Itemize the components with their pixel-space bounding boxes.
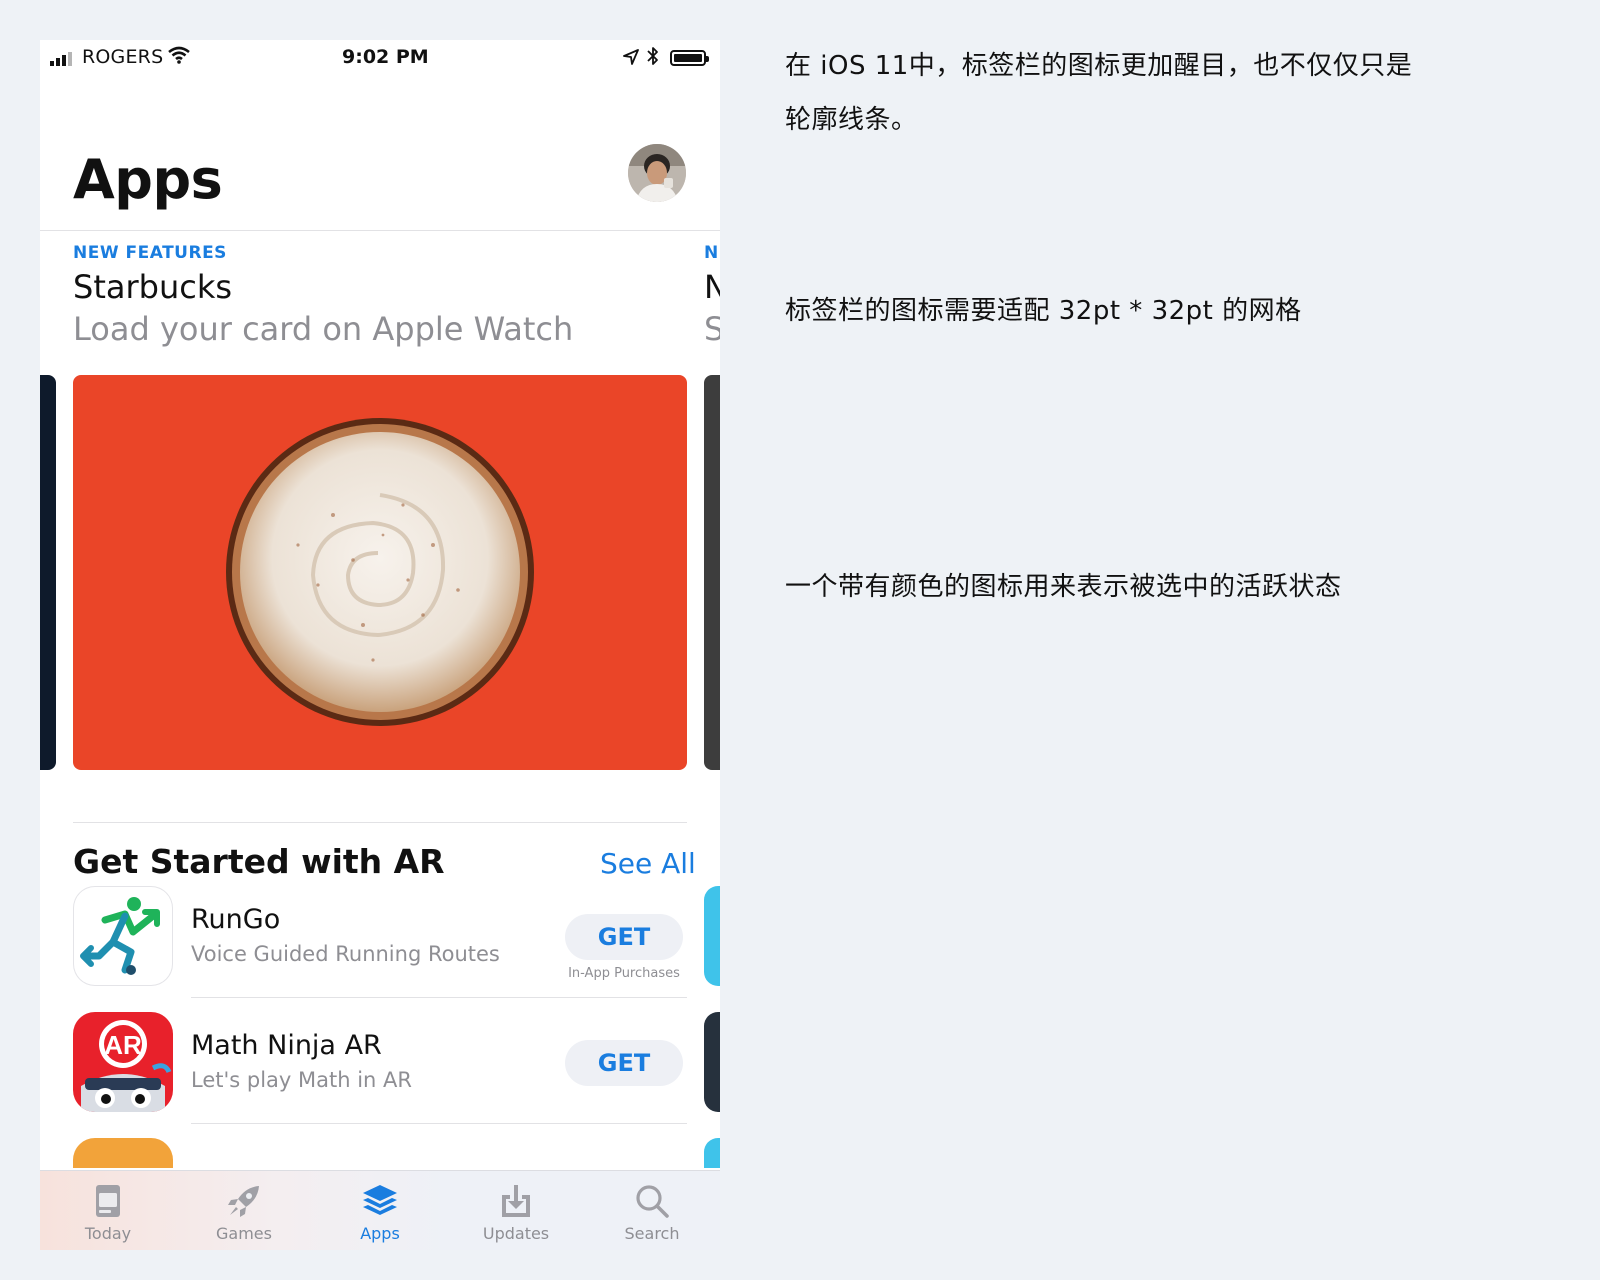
download-icon	[502, 1185, 530, 1217]
app-description: Let's play Math in AR	[191, 1068, 412, 1092]
app-description: Voice Guided Running Routes	[191, 942, 500, 966]
clock: 9:02 PM	[342, 46, 429, 68]
status-bar: ROGERS 9:02 PM	[40, 40, 720, 76]
tab-apps[interactable]: Apps	[312, 1171, 448, 1250]
signal-icon	[50, 52, 72, 66]
next-app-icon-peek[interactable]	[704, 1012, 720, 1112]
latte-image	[226, 418, 534, 726]
location-icon	[623, 48, 639, 70]
svg-text:AR: AR	[104, 1030, 142, 1060]
see-all-link[interactable]: See All	[600, 847, 696, 880]
tab-label: Search	[624, 1224, 680, 1243]
next-app-icon-peek[interactable]	[704, 886, 720, 986]
search-icon	[636, 1185, 669, 1218]
tab-label: Today	[84, 1224, 132, 1243]
today-icon	[96, 1185, 120, 1217]
rocket-icon	[228, 1186, 259, 1217]
tab-games[interactable]: Games	[176, 1171, 312, 1250]
app-row-math-ninja-ar[interactable]: AR Math Ninja AR Let's play Math in AR G…	[73, 1012, 687, 1124]
app-row-rungo[interactable]: RunGo Voice Guided Running Routes GET In…	[73, 886, 687, 998]
tab-search[interactable]: Search	[584, 1171, 720, 1250]
rungo-app-icon[interactable]	[73, 886, 173, 986]
bluetooth-icon	[646, 46, 660, 71]
feature-subtitle: Load your card on Apple Watch	[73, 310, 574, 348]
tab-updates[interactable]: Updates	[448, 1171, 584, 1250]
section-title: Get Started with AR	[73, 842, 445, 881]
row-divider	[191, 997, 687, 998]
phone-screen: ROGERS 9:02 PM Apps NEW FEATURES Starbuc…	[40, 40, 720, 1250]
section-divider	[73, 822, 687, 823]
header-divider	[40, 230, 720, 231]
apps-stack-icon	[363, 1185, 397, 1215]
note-active-state: 一个带有颜色的图标用来表示被选中的活跃状态	[785, 572, 1342, 602]
get-button[interactable]: GET	[565, 914, 683, 960]
next-feature-title-peek: N	[704, 268, 720, 306]
featured-card-starbucks[interactable]	[73, 375, 687, 770]
in-app-purchases-label: In-App Purchases	[568, 966, 680, 981]
tab-label: Games	[216, 1224, 272, 1243]
note-icon-grid: 标签栏的图标需要适配 32pt * 32pt 的网格	[785, 296, 1302, 326]
tab-bar: Today Games Apps Updates Search	[40, 1170, 720, 1250]
math-ninja-ar-app-icon[interactable]: AR	[73, 1012, 173, 1112]
next-feature-subtitle-peek: S	[704, 310, 720, 348]
page-title: Apps	[73, 148, 223, 211]
row-divider	[191, 1123, 687, 1124]
get-button[interactable]: GET	[565, 1040, 683, 1086]
avatar[interactable]	[628, 144, 686, 202]
feature-title[interactable]: Starbucks	[73, 268, 232, 306]
tab-label: Updates	[482, 1224, 550, 1243]
app-name: RunGo	[191, 904, 281, 935]
next-app-icon-peek[interactable]	[704, 1138, 720, 1168]
tab-today[interactable]: Today	[40, 1171, 176, 1250]
third-app-icon-peek[interactable]	[73, 1138, 173, 1168]
note-ios11-icons: 在 iOS 11中，标签栏的图标更加醒目，也不仅仅只是 轮廓线条。	[785, 51, 1413, 135]
feature-tag: NEW FEATURES	[73, 243, 227, 263]
wifi-icon	[168, 46, 190, 69]
carrier-label: ROGERS	[82, 46, 164, 68]
next-feature-tag-peek: N	[704, 243, 719, 263]
tab-label: Apps	[360, 1224, 400, 1243]
previous-card-peek[interactable]	[40, 375, 56, 770]
battery-icon	[670, 50, 709, 66]
app-name: Math Ninja AR	[191, 1030, 382, 1061]
next-card-peek[interactable]	[704, 375, 720, 770]
